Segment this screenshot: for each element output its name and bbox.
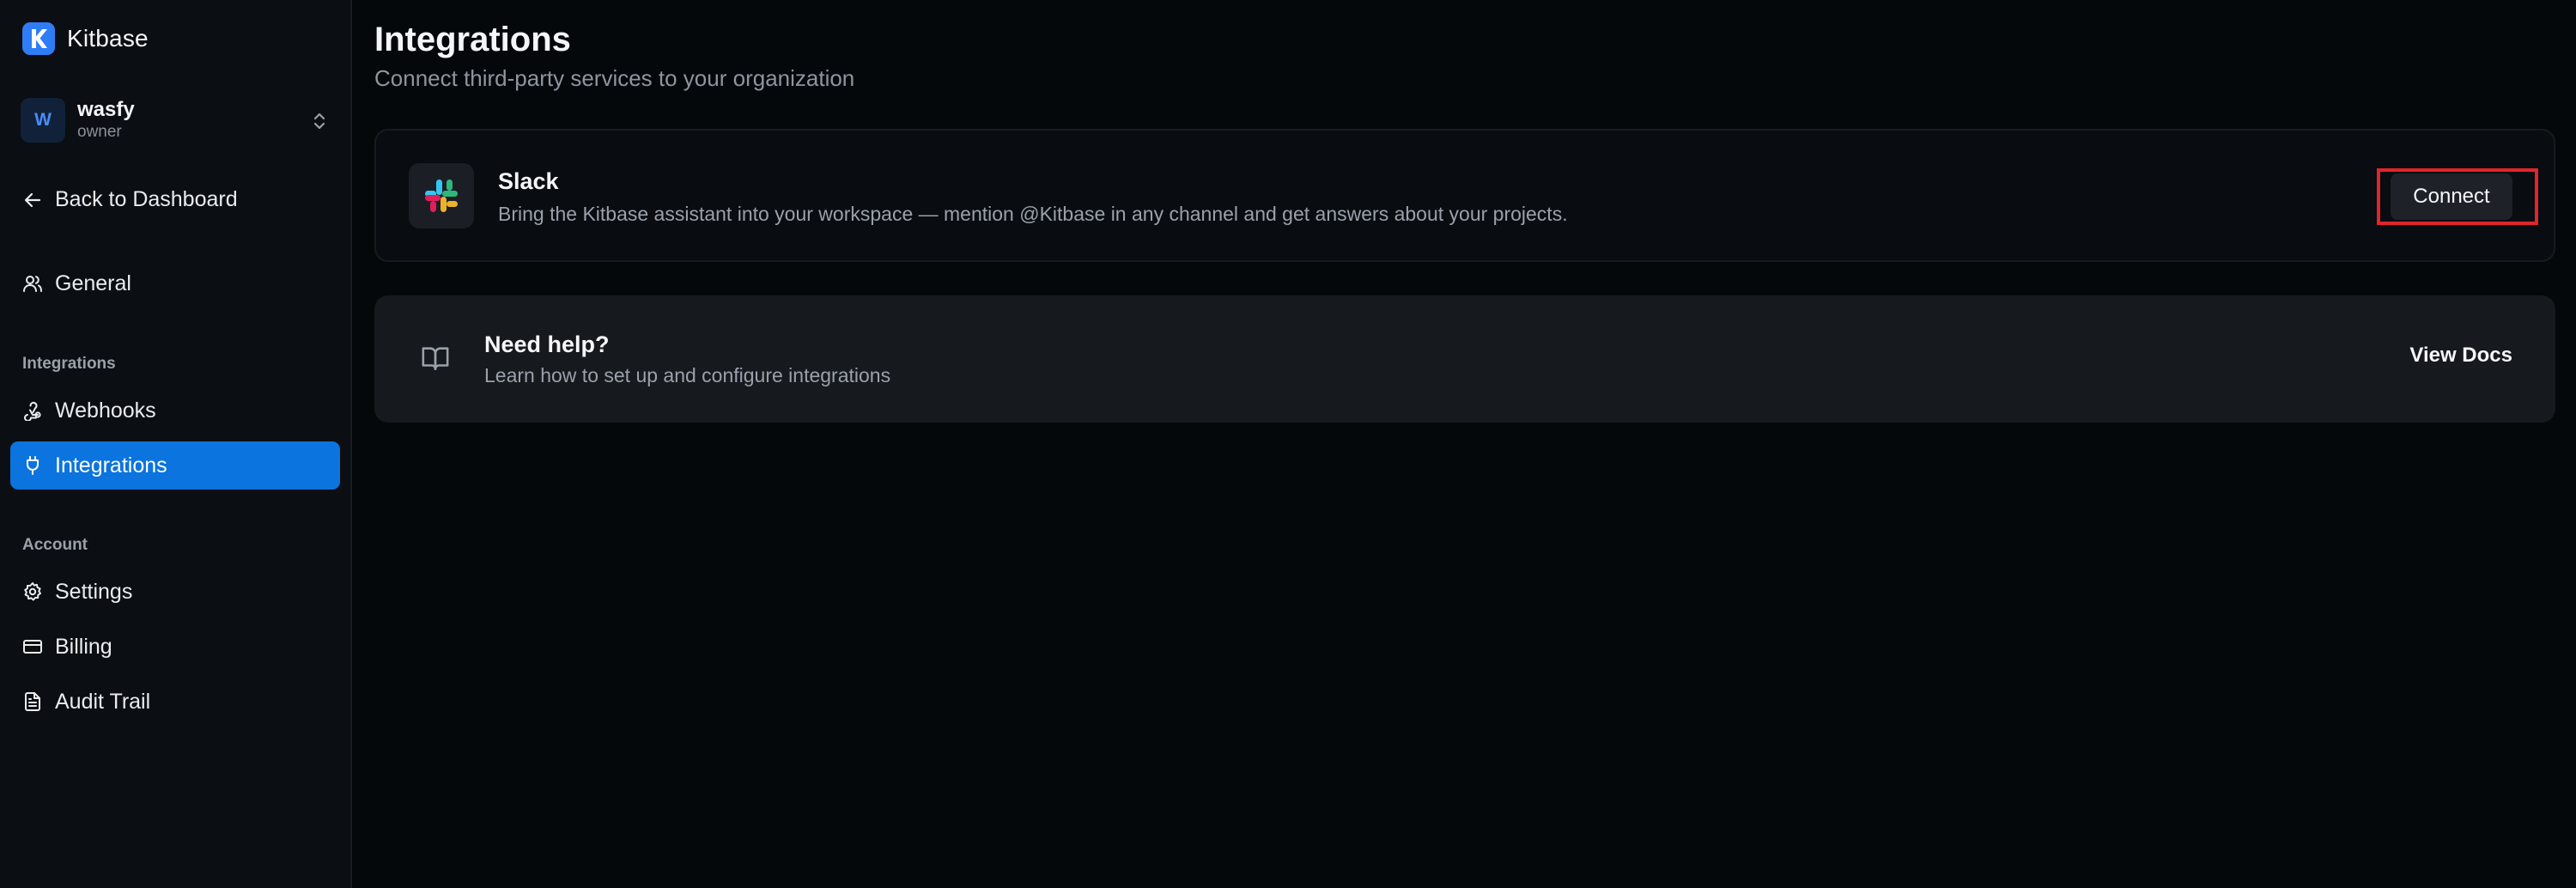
org-avatar: W <box>21 98 65 143</box>
sidebar-item-billing[interactable]: Billing <box>10 623 340 671</box>
kitbase-logo-icon <box>22 22 55 55</box>
sidebar-item-settings[interactable]: Settings <box>10 568 340 616</box>
connect-button[interactable]: Connect <box>2391 173 2512 220</box>
gear-icon <box>22 581 43 602</box>
sidebar-item-label: Settings <box>55 579 133 604</box>
brand[interactable]: Kitbase <box>22 22 149 55</box>
brand-name: Kitbase <box>67 25 149 52</box>
org-name: wasfy <box>77 98 135 121</box>
org-info: wasfy owner <box>77 98 135 143</box>
webhook-icon <box>22 400 43 421</box>
slack-integration-card: Slack Bring the Kitbase assistant into y… <box>374 129 2555 262</box>
sidebar: Kitbase W wasfy owner Back to Dashboard <box>0 0 352 888</box>
book-open-icon <box>421 344 450 373</box>
plug-icon <box>22 455 43 476</box>
credit-card-icon <box>22 636 43 657</box>
view-docs-link[interactable]: View Docs <box>2409 344 2512 368</box>
users-icon <box>22 273 43 294</box>
sidebar-item-audit-trail[interactable]: Audit Trail <box>10 678 340 726</box>
slack-name: Slack <box>498 168 559 194</box>
sidebar-item-general[interactable]: General <box>10 259 340 307</box>
page-title: Integrations <box>374 21 571 58</box>
chevron-up-down-icon[interactable] <box>309 110 330 132</box>
back-to-dashboard-link[interactable]: Back to Dashboard <box>22 187 238 212</box>
sidebar-item-label: Webhooks <box>55 398 156 423</box>
page-subtitle: Connect third-party services to your org… <box>374 65 855 91</box>
arrow-left-icon <box>22 190 43 210</box>
app-root: Kitbase W wasfy owner Back to Dashboard <box>0 0 2576 888</box>
help-title: Need help? <box>484 331 610 357</box>
section-label-account: Account <box>22 536 88 554</box>
slack-icon <box>409 163 474 228</box>
org-role: owner <box>77 123 122 141</box>
sidebar-item-label: Billing <box>55 634 112 659</box>
help-card: Need help? Learn how to set up and confi… <box>374 295 2555 423</box>
sidebar-item-integrations[interactable]: Integrations <box>10 441 340 490</box>
sidebar-item-webhooks[interactable]: Webhooks <box>10 386 340 435</box>
org-switcher[interactable]: W wasfy owner <box>21 94 335 146</box>
document-icon <box>22 691 43 712</box>
sidebar-item-label: Audit Trail <box>55 689 151 714</box>
sidebar-item-label: Integrations <box>55 453 167 477</box>
back-to-dashboard-label: Back to Dashboard <box>55 187 238 211</box>
slack-description: Bring the Kitbase assistant into your wo… <box>498 203 1568 225</box>
help-description: Learn how to set up and configure integr… <box>484 364 891 386</box>
section-label-integrations: Integrations <box>22 355 116 373</box>
sidebar-item-label: General <box>55 271 131 295</box>
main-content: Integrations Connect third-party service… <box>354 0 2576 888</box>
